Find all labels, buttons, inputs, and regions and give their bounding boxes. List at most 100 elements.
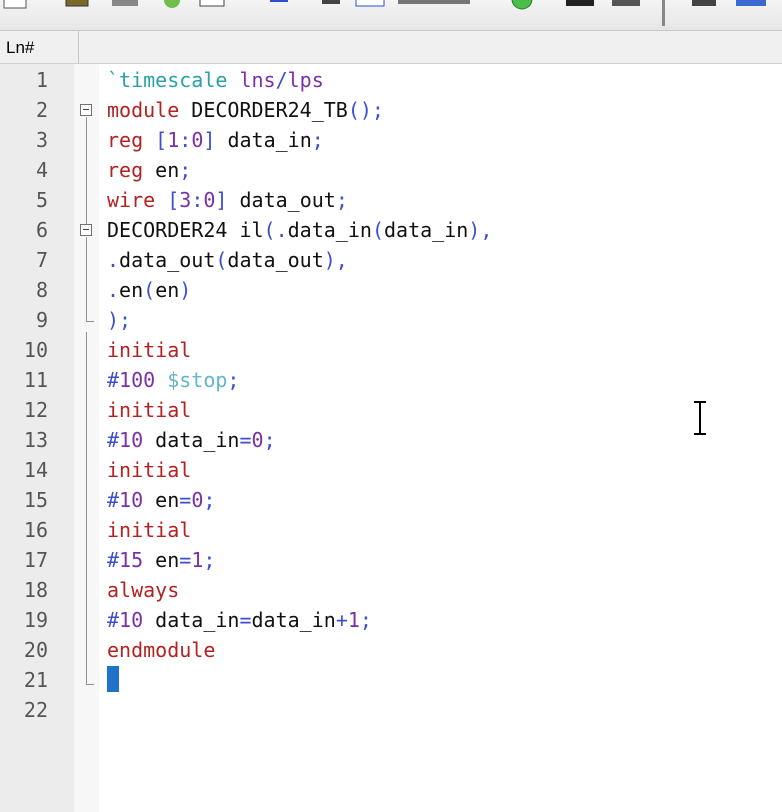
window2-icon[interactable] — [736, 0, 766, 6]
code-token: data_in — [251, 608, 336, 632]
code-token: ), — [323, 248, 348, 272]
code-line[interactable]: 22 — [0, 695, 782, 725]
code-line[interactable]: 15 #10 en=0; — [0, 485, 782, 515]
code-line[interactable]: 3 reg [1:0] data_in; — [0, 125, 782, 155]
code-token: ) — [179, 278, 192, 302]
code-token: en — [143, 548, 180, 572]
code-line[interactable]: 18 always — [0, 575, 782, 605]
open-folder-icon[interactable] — [65, 0, 89, 7]
code-line[interactable]: 19 #10 data_in=data_in+1; — [0, 605, 782, 635]
settings-icon[interactable] — [692, 0, 716, 6]
code-token: 0 — [191, 128, 204, 152]
doc-icon[interactable] — [3, 0, 27, 9]
code-token: (. — [263, 218, 288, 242]
code-token: data_in — [143, 428, 240, 452]
line-number: 12 — [23, 398, 48, 422]
line-text: always — [107, 575, 179, 605]
fold-toggle-module[interactable] — [80, 104, 92, 116]
code-token: (); — [347, 98, 384, 122]
code-token: DECORDER24_TB — [179, 98, 348, 122]
fold-line-module — [86, 117, 87, 224]
code-token: 10 — [119, 428, 144, 452]
code-token: 10 — [119, 608, 144, 632]
line-text: endmodule — [107, 635, 215, 665]
toolbar — [0, 0, 782, 31]
line-number: 1 — [35, 68, 48, 92]
code-token: 0 — [191, 488, 204, 512]
code-line[interactable]: 16 initial — [0, 515, 782, 545]
code-token: . — [107, 278, 120, 302]
code-token: ] — [203, 128, 216, 152]
line-number: 5 — [35, 188, 48, 212]
code-line[interactable]: 14 initial — [0, 455, 782, 485]
line-text: #15 en=1; — [107, 545, 215, 575]
tools-icon[interactable] — [112, 0, 138, 6]
dots-icon[interactable] — [322, 0, 340, 4]
code-line[interactable]: 9); — [0, 305, 782, 335]
code-token: en — [143, 158, 180, 182]
code-line[interactable]: 12 initial — [0, 395, 782, 425]
code-line[interactable]: 10 initial — [0, 335, 782, 365]
line-text: ); — [107, 305, 131, 335]
code-line[interactable]: 11 #100 $stop; — [0, 365, 782, 395]
green-circle-icon[interactable] — [511, 0, 533, 10]
code-line[interactable]: 7 .data_out(data_out), — [0, 245, 782, 275]
line-text: `timescale lns/lps — [107, 65, 324, 95]
code-token: ); — [107, 308, 132, 332]
ruler-icon[interactable] — [398, 0, 470, 4]
fold-end-instance — [86, 321, 94, 322]
code-token: . — [107, 248, 120, 272]
toolbar-icons — [3, 0, 766, 26]
code-line[interactable]: 2 module DECORDER24_TB(); — [0, 95, 782, 125]
fold-toggle-instance[interactable] — [80, 224, 92, 236]
code-token: en — [143, 488, 180, 512]
code-token: # — [107, 368, 120, 392]
arrow-icon[interactable] — [270, 0, 288, 2]
code-token: data_in — [383, 218, 469, 242]
code-line[interactable]: 13 #10 data_in=0; — [0, 425, 782, 455]
line-number: 22 — [23, 698, 48, 722]
code-token: + — [335, 608, 348, 632]
blocks-icon[interactable] — [566, 0, 594, 6]
code-token: [ — [143, 128, 168, 152]
code-token: ; — [179, 158, 192, 182]
code-token: data_out — [227, 248, 324, 272]
line-text: wire [3:0] data_out; — [107, 185, 348, 215]
code-line[interactable]: 4 reg en; — [0, 155, 782, 185]
line-number: 21 — [23, 668, 48, 692]
code-token: ; — [335, 188, 348, 212]
code-token: initial — [107, 518, 192, 542]
code-token: ; — [311, 128, 324, 152]
code-line[interactable]: 1 `timescale lns/lps — [0, 65, 782, 95]
code-token: = — [239, 428, 252, 452]
code-token: lps — [287, 68, 324, 92]
code-token: : — [179, 128, 192, 152]
ibeam-cursor-icon — [694, 401, 706, 435]
grid-icon[interactable] — [612, 0, 640, 6]
editor-header: Ln# — [0, 31, 782, 64]
line-number: 16 — [23, 518, 48, 542]
code-line[interactable]: 20 endmodule — [0, 635, 782, 665]
line-text: #10 en=0; — [107, 485, 215, 515]
code-token: $stop — [155, 368, 228, 392]
code-token: wire — [107, 188, 156, 212]
window-icon[interactable] — [355, 0, 385, 7]
code-token: / — [275, 68, 288, 92]
dialog-icon[interactable] — [199, 0, 225, 7]
line-text: #10 data_in=0; — [107, 425, 276, 455]
code-token: 0 — [203, 188, 216, 212]
code-token: ), — [468, 218, 493, 242]
line-number: 7 — [35, 248, 48, 272]
code-line[interactable]: 8 .en(en) — [0, 275, 782, 305]
code-token: = — [179, 488, 192, 512]
line-number: 11 — [23, 368, 48, 392]
code-token: DECORDER24 il — [107, 218, 264, 242]
line-text: .data_out(data_out), — [107, 245, 348, 275]
code-line[interactable]: 17 #15 en=1; — [0, 545, 782, 575]
fold-end-module — [86, 684, 94, 685]
code-line[interactable]: 5 wire [3:0] data_out; — [0, 185, 782, 215]
code-token: reg — [107, 128, 144, 152]
code-line[interactable]: 6 DECORDER24 il(.data_in(data_in), — [0, 215, 782, 245]
line-number: 4 — [35, 158, 48, 182]
run-icon[interactable] — [164, 0, 180, 8]
